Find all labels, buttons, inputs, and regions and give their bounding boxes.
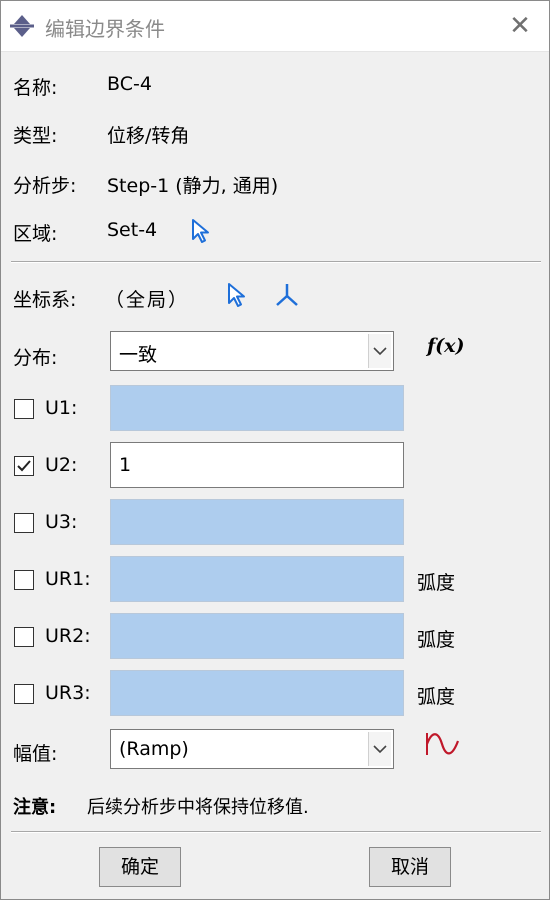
u1-input[interactable] — [110, 385, 404, 431]
ur1-label: UR1: — [45, 568, 91, 590]
chevron-down-icon — [368, 334, 391, 368]
create-amplitude-wave-icon[interactable] — [423, 729, 463, 759]
ur2-unit: 弧度 — [417, 629, 456, 651]
name-value: BC-4 — [107, 73, 152, 95]
ur2-label: UR2: — [45, 625, 91, 647]
u1-checkbox[interactable] — [14, 399, 34, 419]
type-value: 位移/转角 — [107, 125, 190, 147]
separator — [11, 261, 541, 263]
u3-input[interactable] — [110, 499, 404, 545]
u2-checkbox[interactable] — [14, 456, 34, 476]
step-value: Step-1 (静力, 通用) — [107, 175, 279, 197]
amplitude-selected-value: (Ramp) — [119, 738, 189, 760]
ur3-unit: 弧度 — [417, 686, 456, 708]
ur1-checkbox[interactable] — [14, 570, 34, 590]
close-icon: ✕ — [509, 11, 531, 41]
distribution-select[interactable]: 一致 — [110, 331, 394, 371]
select-region-cursor-icon[interactable] — [189, 217, 213, 245]
ur3-label: UR3: — [45, 682, 91, 704]
name-label: 名称: — [13, 77, 58, 99]
u3-checkbox[interactable] — [14, 513, 34, 533]
distribution-selected-value: 一致 — [119, 344, 158, 366]
title-bar[interactable]: 编辑边界条件 ✕ — [1, 1, 549, 52]
ur3-checkbox[interactable] — [14, 684, 34, 704]
app-icon — [10, 15, 34, 37]
type-label: 类型: — [13, 125, 58, 147]
step-label: 分析步: — [13, 175, 77, 197]
amplitude-label: 幅值: — [13, 743, 58, 765]
select-csys-cursor-icon[interactable] — [225, 281, 249, 309]
csys-value: （全局） — [105, 289, 190, 311]
note-label: 注意: — [13, 797, 57, 818]
ur1-input[interactable] — [110, 556, 404, 602]
create-csys-axes-icon[interactable] — [273, 281, 301, 309]
u2-value: 1 — [119, 454, 132, 476]
chevron-down-icon — [368, 732, 391, 766]
ok-button[interactable]: 确定 — [99, 847, 181, 887]
ur2-input[interactable] — [110, 613, 404, 659]
u2-input[interactable]: 1 — [110, 442, 404, 488]
close-button[interactable]: ✕ — [503, 9, 537, 43]
u2-label: U2: — [45, 454, 78, 476]
csys-label: 坐标系: — [13, 289, 77, 311]
checkmark-icon — [17, 460, 31, 472]
ur3-input[interactable] — [110, 670, 404, 716]
cancel-button[interactable]: 取消 — [369, 847, 451, 887]
dialog-title: 编辑边界条件 — [45, 17, 165, 41]
fx-function-button[interactable]: f(x) — [427, 335, 464, 357]
ur2-checkbox[interactable] — [14, 627, 34, 647]
distribution-label: 分布: — [13, 347, 58, 369]
u3-label: U3: — [45, 511, 78, 533]
region-label: 区域: — [13, 223, 58, 245]
ur1-unit: 弧度 — [417, 572, 456, 594]
amplitude-select[interactable]: (Ramp) — [110, 729, 394, 769]
separator — [11, 831, 541, 833]
region-value: Set-4 — [107, 219, 158, 241]
note-text: 后续分析步中将保持位移值. — [87, 797, 309, 818]
edit-boundary-condition-dialog: 编辑边界条件 ✕ 名称: BC-4 类型: 位移/转角 分析步: Step-1 … — [0, 0, 550, 900]
u1-label: U1: — [45, 397, 78, 419]
